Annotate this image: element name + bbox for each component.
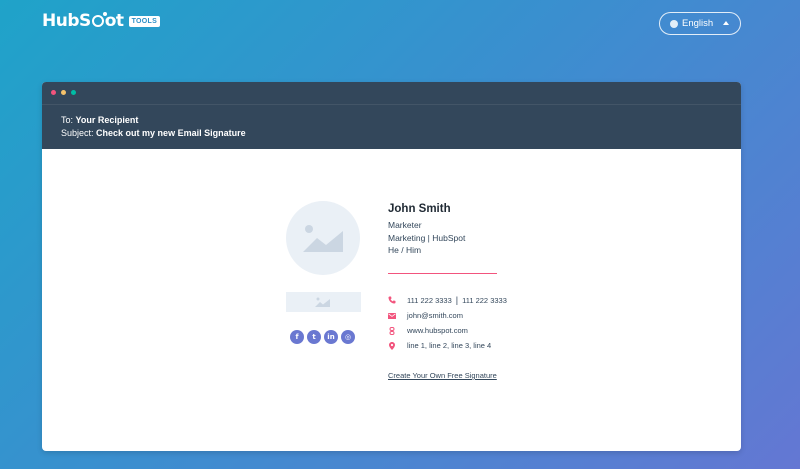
signature-department: Marketing | HubSpot bbox=[388, 233, 466, 243]
minimize-dot-icon bbox=[61, 90, 66, 95]
image-placeholder-icon bbox=[315, 297, 330, 307]
profile-photo-placeholder bbox=[286, 201, 360, 275]
image-placeholder-icon bbox=[303, 225, 343, 252]
signature-pronouns: He / Him bbox=[388, 245, 422, 255]
linkedin-icon[interactable]: in bbox=[324, 330, 338, 344]
create-signature-link[interactable]: Create Your Own Free Signature bbox=[388, 371, 497, 380]
top-bar: HubS ot TOOLS English bbox=[0, 0, 800, 60]
chevron-up-icon bbox=[723, 21, 729, 25]
email-subject-line: Subject: Check out my new Email Signatur… bbox=[61, 128, 246, 138]
header-divider bbox=[42, 104, 741, 105]
language-label: English bbox=[682, 18, 714, 29]
phone-separator: | bbox=[455, 295, 459, 305]
signature-preview: f t in ◎ John Smith Marketer Marketing |… bbox=[42, 149, 741, 451]
mobile-number[interactable]: 111 222 3333 bbox=[462, 296, 507, 305]
window-controls bbox=[51, 90, 76, 95]
signature-divider bbox=[388, 273, 497, 274]
subject: Check out my new Email Signature bbox=[96, 128, 246, 138]
close-dot-icon bbox=[51, 90, 56, 95]
maximize-dot-icon bbox=[71, 90, 76, 95]
phone-icon bbox=[388, 296, 396, 304]
contact-email: john@smith.com bbox=[388, 311, 463, 320]
twitter-icon[interactable]: t bbox=[307, 330, 321, 344]
recipient: Your Recipient bbox=[75, 115, 139, 125]
hubspot-logo[interactable]: HubS ot TOOLS bbox=[42, 11, 161, 31]
globe-icon bbox=[670, 19, 678, 28]
envelope-icon bbox=[388, 312, 396, 320]
contact-phone: 111 222 3333 | 111 222 3333 bbox=[388, 295, 507, 305]
facebook-icon[interactable]: f bbox=[290, 330, 304, 344]
logo-wordmark: HubS ot bbox=[42, 11, 124, 31]
location-pin-icon bbox=[388, 341, 396, 350]
email-header: To: Your Recipient Subject: Check out my… bbox=[42, 82, 741, 149]
contact-address: line 1, line 2, line 3, line 4 bbox=[388, 341, 491, 350]
link-icon bbox=[388, 326, 396, 335]
email-preview-window: To: Your Recipient Subject: Check out my… bbox=[42, 82, 741, 451]
language-select[interactable]: English bbox=[659, 12, 741, 35]
social-links: f t in ◎ bbox=[290, 330, 355, 344]
sprocket-icon bbox=[91, 12, 107, 27]
company-logo-placeholder bbox=[286, 292, 361, 312]
instagram-icon[interactable]: ◎ bbox=[341, 330, 355, 344]
email-to-line: To: Your Recipient bbox=[61, 115, 139, 125]
tools-badge: TOOLS bbox=[128, 15, 161, 27]
website-link[interactable]: www.hubspot.com bbox=[407, 326, 468, 335]
phone-number[interactable]: 111 222 3333 bbox=[407, 296, 452, 305]
contact-website: www.hubspot.com bbox=[388, 326, 468, 335]
address-text: line 1, line 2, line 3, line 4 bbox=[407, 341, 492, 350]
email-address[interactable]: john@smith.com bbox=[407, 311, 463, 320]
signature-name: John Smith bbox=[388, 203, 451, 215]
signature-title: Marketer bbox=[388, 220, 422, 230]
